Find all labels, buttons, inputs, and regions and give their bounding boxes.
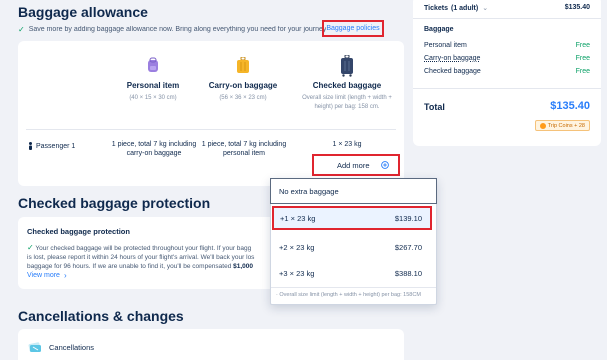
trip-coins-badge: Trip Coins + 28 xyxy=(534,120,590,131)
add-more-button[interactable]: Add more xyxy=(312,154,400,176)
summary-row-value: Free xyxy=(575,55,590,62)
carry-on-size: (56 × 36 × 23 cm) xyxy=(219,95,267,101)
total-value: $135.40 xyxy=(550,100,590,112)
summary-row-label: Checked baggage xyxy=(424,68,481,75)
checkmark-icon: ✓ xyxy=(27,243,34,252)
summary-row-label[interactable]: Carry-on baggage xyxy=(424,55,480,62)
baggage-promo-text: Save more by adding baggage allowance no… xyxy=(28,26,327,33)
option-label: +1 × 23 kg xyxy=(280,213,316,223)
option-price: $267.70 xyxy=(394,242,422,252)
trip-coins-text: Trip Coins + 28 xyxy=(547,122,585,129)
dropdown-option-none[interactable]: No extra baggage xyxy=(270,178,437,204)
checked-allowance: 1 × 23 kg xyxy=(332,141,362,148)
divider xyxy=(413,88,601,89)
checked-baggage-column: Checked baggage Overall size limit (leng… xyxy=(302,55,392,112)
baggage-policies-link[interactable]: Baggage policies xyxy=(326,25,379,32)
summary-row-personal: Personal item Free xyxy=(424,42,590,49)
baggage-policies-highlight: Baggage policies xyxy=(322,20,384,37)
price-summary-card: Tickets (1 adult) ⌄ $135.40 Baggage Pers… xyxy=(413,0,601,146)
tickets-price: $135.40 xyxy=(564,4,590,11)
divider xyxy=(271,287,436,288)
cancellations-label[interactable]: Cancellations xyxy=(49,343,94,352)
summary-row-label: Personal item xyxy=(424,42,467,49)
checkmark-icon: ✓ xyxy=(18,25,25,34)
chevron-right-icon: › xyxy=(63,271,67,280)
checked-baggage-title: Checked baggage xyxy=(312,81,382,90)
person-icon xyxy=(29,142,32,150)
add-more-label: Add more xyxy=(337,160,370,170)
tickets-count: (1 adult) xyxy=(451,4,479,12)
dropdown-footnote: · Overall size limit (length + width + h… xyxy=(276,292,421,298)
protection-amount: $1,000 xyxy=(233,263,254,271)
option-label: +3 × 23 kg xyxy=(279,268,315,278)
view-more-link[interactable]: View more › xyxy=(27,271,67,280)
personal-item-allowance: 1 piece, total 7 kg including carry-on b… xyxy=(111,141,197,158)
backpack-icon xyxy=(148,57,158,72)
carry-on-title: Carry-on baggage xyxy=(208,81,278,90)
protection-line-2: is lost, please report it within 24 hour… xyxy=(27,254,255,262)
option-price: $139.10 xyxy=(394,213,422,223)
personal-item-size: (40 × 15 × 30 cm) xyxy=(129,95,177,101)
luggage-icon xyxy=(341,55,353,77)
protection-section-title: Checked baggage protection xyxy=(18,195,211,211)
passenger-name: Passenger 1 xyxy=(36,142,76,150)
cancellations-card: Cancellations xyxy=(18,329,404,360)
option-label: +2 × 23 kg xyxy=(279,242,315,252)
total-label: Total xyxy=(424,102,445,112)
plus-circle-icon xyxy=(381,161,389,169)
passenger-label: Passenger 1 xyxy=(28,142,75,150)
option-price: $388.10 xyxy=(394,268,422,278)
summary-row-checked: Checked baggage Free xyxy=(424,68,590,75)
baggage-section-title: Baggage allowance xyxy=(18,4,148,20)
suitcase-icon xyxy=(237,57,249,73)
protection-line-1: Your checked baggage will be protected t… xyxy=(35,245,252,252)
personal-item-title: Personal item xyxy=(126,81,180,90)
option-label: No extra baggage xyxy=(279,186,339,196)
baggage-heading: Baggage xyxy=(424,26,454,33)
protection-line-3: baggage for 96 hours. If we are unable t… xyxy=(27,263,234,271)
dropdown-option-1x23[interactable]: +1 × 23 kg $139.10 xyxy=(272,206,432,230)
extra-baggage-dropdown: No extra baggage +1 × 23 kg $139.10 +2 ×… xyxy=(270,178,437,305)
dropdown-option-3x23[interactable]: +3 × 23 kg $388.10 xyxy=(271,258,436,288)
checked-baggage-size: Overall size limit (length + width + hei… xyxy=(302,95,392,110)
protection-card-title: Checked baggage protection xyxy=(27,227,130,236)
carry-on-column: Carry-on baggage (56 × 36 × 23 cm) xyxy=(204,57,282,101)
cancellations-section-title: Cancellations & changes xyxy=(18,308,184,324)
baggage-promo: ✓ Save more by adding baggage allowance … xyxy=(18,25,328,34)
protection-description: ✓ Your checked baggage will be protected… xyxy=(27,242,273,271)
summary-row-value: Free xyxy=(575,42,590,49)
tickets-row: Tickets (1 adult) ⌄ $135.40 xyxy=(424,4,590,12)
view-more-label: View more xyxy=(27,272,60,279)
ticket-cancel-icon xyxy=(28,342,41,352)
chevron-down-icon: ⌄ xyxy=(482,5,489,12)
tickets-label: Tickets xyxy=(424,4,448,12)
summary-row-value: Free xyxy=(575,68,590,75)
coin-icon xyxy=(539,122,546,129)
tickets-toggle[interactable]: Tickets (1 adult) ⌄ xyxy=(424,4,489,13)
divider xyxy=(26,129,396,130)
personal-item-column: Personal item (40 × 15 × 30 cm) xyxy=(114,57,192,101)
carry-on-allowance: 1 piece, total 7 kg including personal i… xyxy=(201,141,287,158)
summary-row-carry-on: Carry-on baggage Free xyxy=(424,55,590,62)
divider xyxy=(413,18,601,19)
